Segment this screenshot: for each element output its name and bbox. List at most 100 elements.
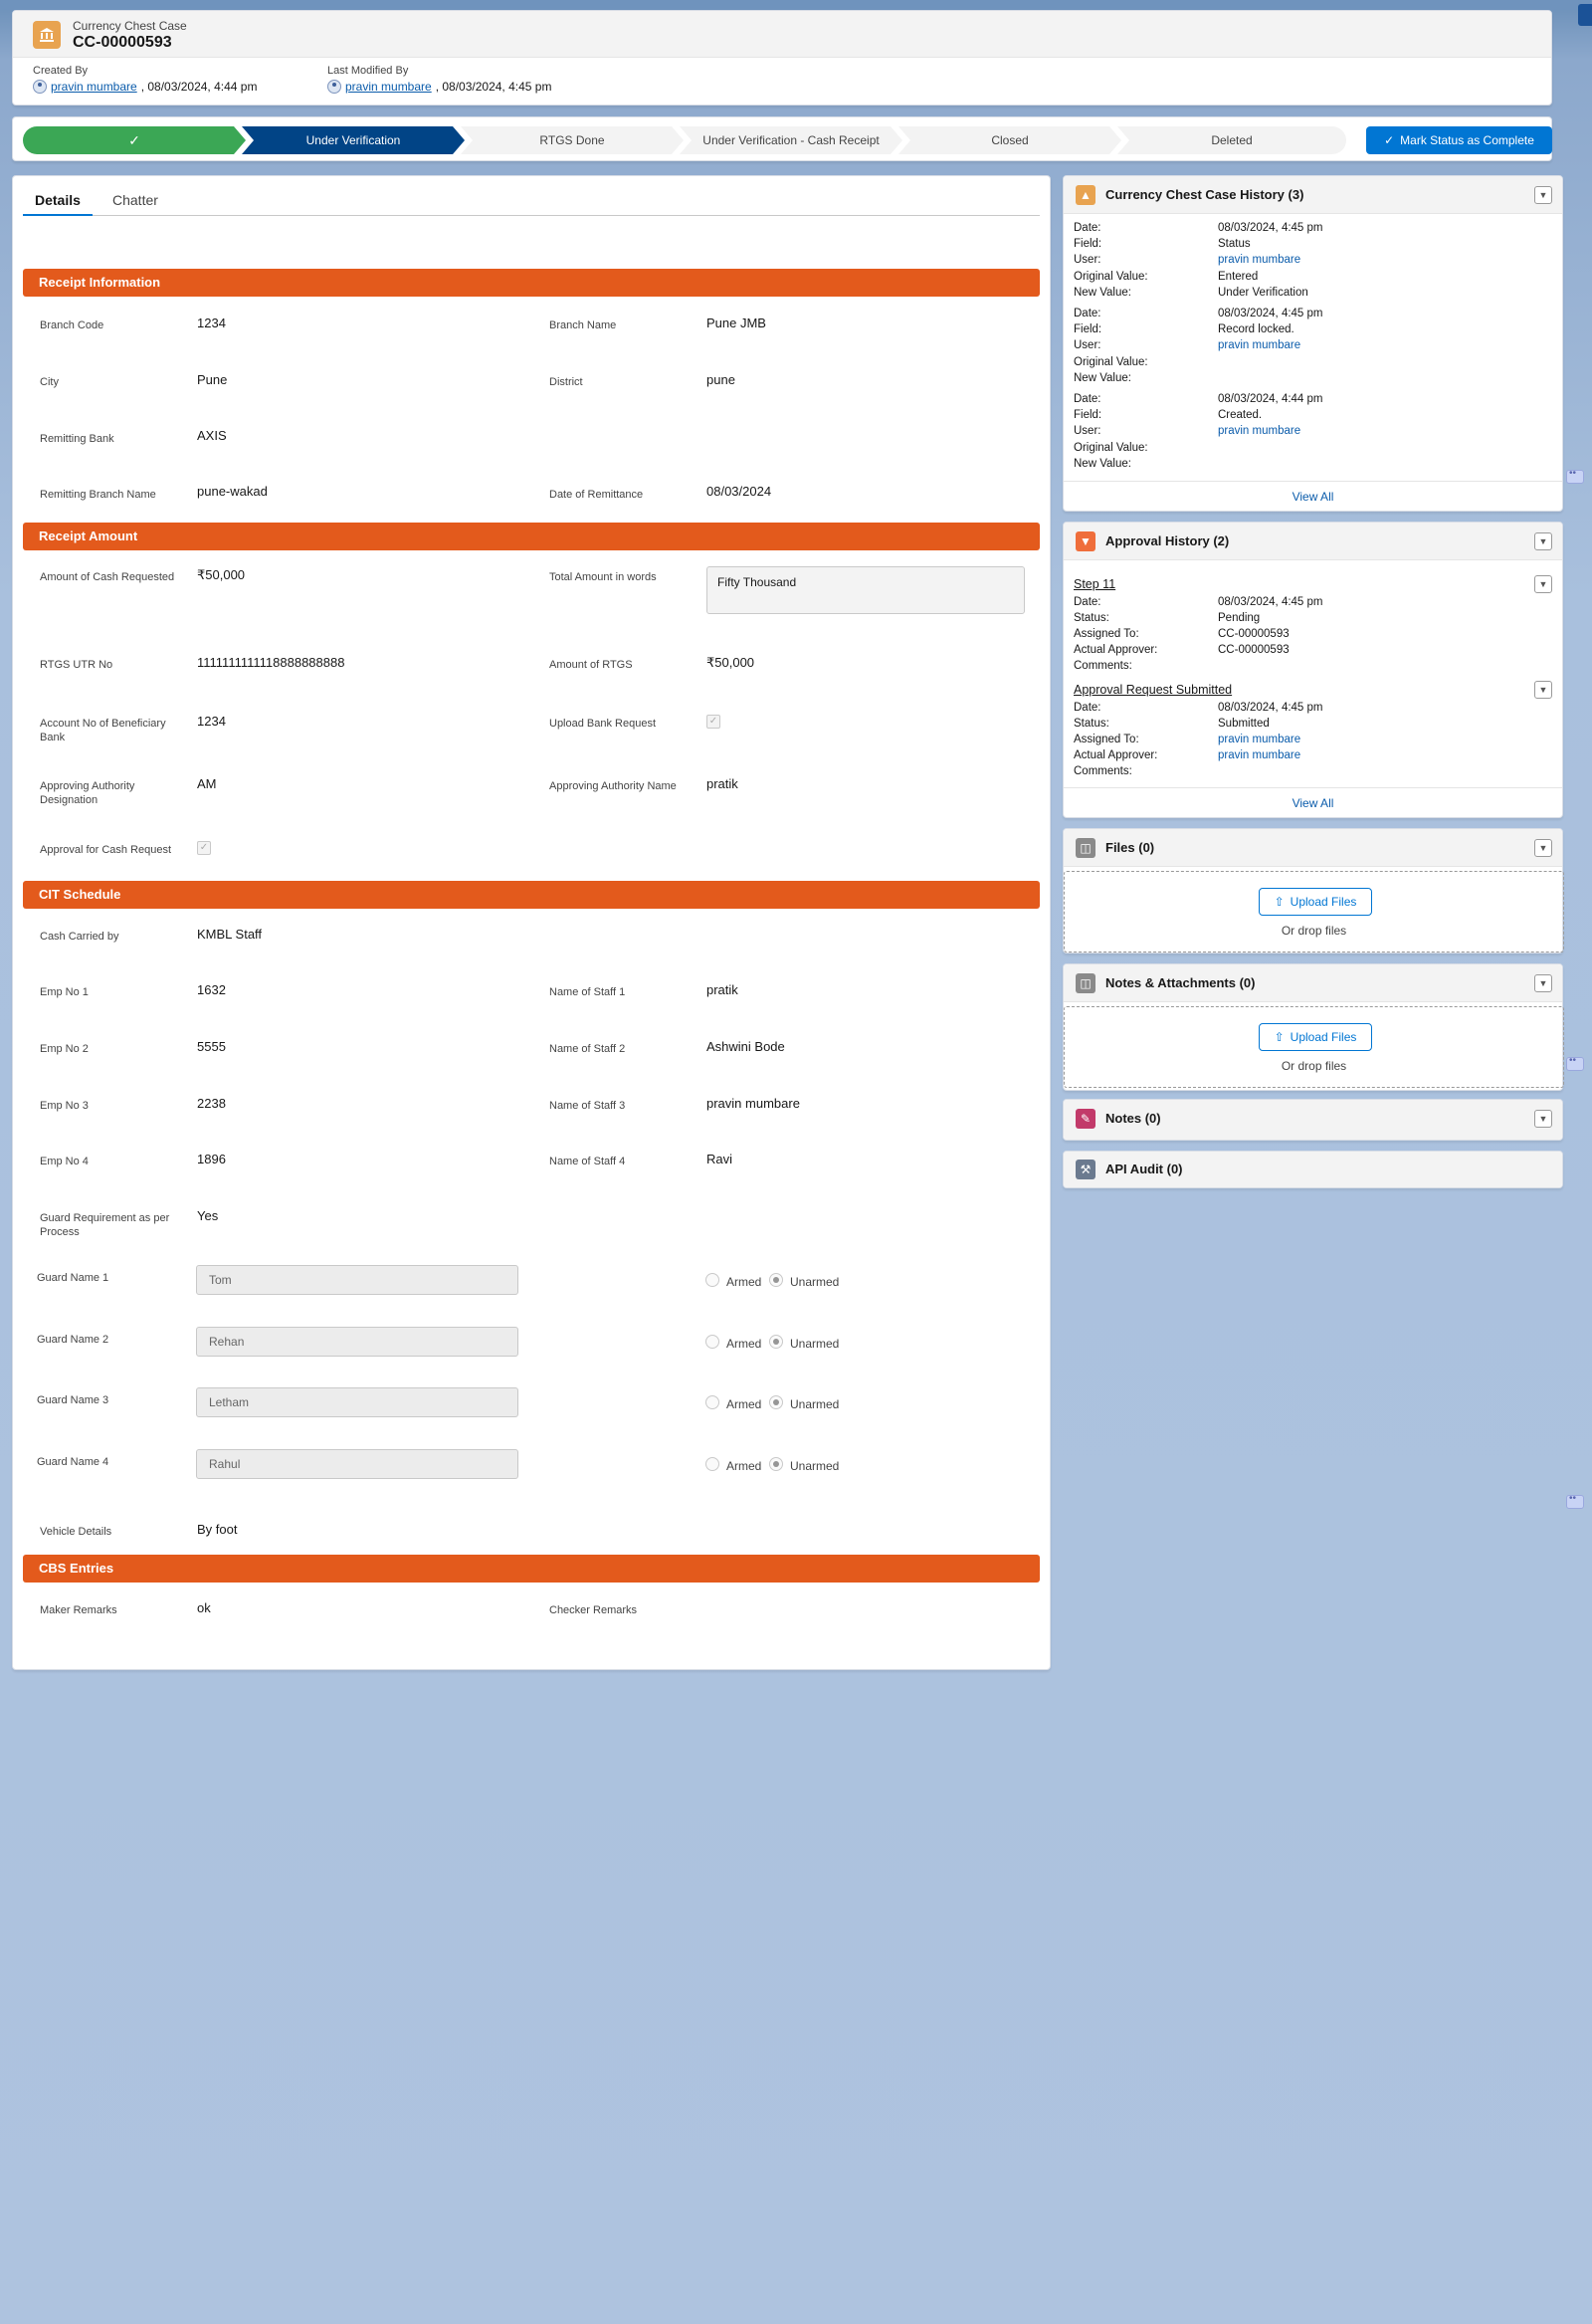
approval-user-link[interactable]: pravin mumbare: [1218, 734, 1300, 745]
history-card: ▲ Currency Chest Case History (3) ▼ Date…: [1063, 175, 1563, 512]
files-title[interactable]: Files (0): [1105, 840, 1154, 855]
unarmed-radio[interactable]: [769, 1273, 783, 1287]
chevron-down-icon[interactable]: ▼: [1534, 186, 1552, 204]
armed-radio[interactable]: [705, 1335, 719, 1349]
path-stage[interactable]: Under Verification - Cash Receipt: [680, 126, 902, 154]
armed-label: Armed: [726, 1397, 762, 1411]
approval-cash-request-checkbox[interactable]: ✓: [197, 841, 211, 855]
approval-label: Status:: [1074, 718, 1109, 730]
unarmed-radio[interactable]: [769, 1335, 783, 1349]
attachment-icon: ◫: [1076, 973, 1095, 993]
armed-radio[interactable]: [705, 1273, 719, 1287]
upload-bank-request-checkbox[interactable]: ✓: [706, 715, 720, 729]
history-view-all-link[interactable]: View All: [1064, 481, 1562, 512]
edge-widget-icon[interactable]: [1566, 1055, 1584, 1071]
guard-name-input[interactable]: Tom: [196, 1265, 518, 1295]
section-cit-schedule[interactable]: CIT Schedule: [23, 881, 1040, 909]
auth-name-value: pratik: [706, 776, 738, 791]
approval-step-link[interactable]: Step 11: [1074, 577, 1115, 591]
record-name: CC-00000593: [73, 34, 172, 51]
notes-icon: ✎: [1076, 1109, 1095, 1129]
approval-value: CC-00000593: [1218, 628, 1290, 640]
chevron-down-icon[interactable]: ▼: [1534, 974, 1552, 992]
record-header: Currency Chest Case CC-00000593 Created …: [12, 10, 1552, 106]
edge-widget-icon[interactable]: [1566, 1493, 1584, 1509]
chevron-down-icon[interactable]: ▼: [1534, 839, 1552, 857]
chevron-down-icon[interactable]: ▼: [1534, 681, 1552, 699]
upload-files-button[interactable]: ⇧ Upload Files: [1259, 888, 1372, 916]
approval-user-link[interactable]: pravin mumbare: [1218, 749, 1300, 761]
section-receipt-information[interactable]: Receipt Information: [23, 269, 1040, 297]
chevron-down-icon[interactable]: ▼: [1534, 532, 1552, 550]
total-words-textarea[interactable]: Fifty Thousand: [706, 566, 1025, 614]
tab-details[interactable]: Details: [23, 190, 93, 216]
armed-radio[interactable]: [705, 1395, 719, 1409]
history-title[interactable]: Currency Chest Case History (3): [1105, 187, 1303, 202]
field-label: Guard Name 1: [37, 1272, 109, 1284]
district-value: pune: [706, 372, 735, 387]
guard-name-input[interactable]: Rahul: [196, 1449, 518, 1479]
files-icon: ◫: [1076, 838, 1095, 858]
field-label: Emp No 2: [40, 1043, 89, 1055]
field-label: Name of Staff 1: [549, 986, 626, 998]
guard-name-input[interactable]: Rehan: [196, 1327, 518, 1357]
approval-step-link[interactable]: Approval Request Submitted: [1074, 683, 1232, 697]
city-value: Pune: [197, 372, 228, 387]
notes-title[interactable]: Notes (0): [1105, 1111, 1161, 1126]
path-stage[interactable]: RTGS Done: [461, 126, 684, 154]
utility-tab[interactable]: [1578, 4, 1592, 26]
notes-attachments-title[interactable]: Notes & Attachments (0): [1105, 975, 1255, 990]
emp-no-value: 1896: [197, 1152, 226, 1166]
history-label: New Value:: [1074, 287, 1131, 299]
path-stage-complete[interactable]: ✓: [23, 126, 246, 154]
date-remittance-value: 08/03/2024: [706, 484, 772, 499]
files-dropzone[interactable]: ⇧ Upload Files Or drop files: [1064, 871, 1564, 952]
section-cbs-entries[interactable]: CBS Entries: [23, 1555, 1040, 1583]
vehicle-value: By foot: [197, 1522, 238, 1537]
approval-value: 08/03/2024, 4:45 pm: [1218, 596, 1323, 608]
history-user-link[interactable]: pravin mumbare: [1218, 254, 1300, 266]
history-value: Record locked.: [1218, 323, 1294, 335]
chevron-down-icon[interactable]: ▼: [1534, 1110, 1552, 1128]
guard-name-input[interactable]: Letham: [196, 1387, 518, 1417]
path-stage-label: Closed: [991, 133, 1029, 147]
path-stage-current[interactable]: Under Verification: [242, 126, 465, 154]
bank-icon: ▲: [1076, 185, 1095, 205]
field-label: Guard Name 3: [37, 1394, 109, 1406]
drop-files-label: Or drop files: [1281, 1059, 1347, 1073]
history-user-link[interactable]: pravin mumbare: [1218, 425, 1300, 437]
unarmed-radio[interactable]: [769, 1395, 783, 1409]
field-label: Approving Authority Name: [549, 780, 677, 792]
field-label: Name of Staff 4: [549, 1156, 626, 1167]
history-label: Field:: [1074, 323, 1102, 335]
approval-view-all-link[interactable]: View All: [1064, 787, 1562, 818]
history-label: New Value:: [1074, 458, 1131, 470]
edge-widget-icon[interactable]: [1566, 468, 1584, 484]
section-receipt-amount[interactable]: Receipt Amount: [23, 523, 1040, 550]
cash-requested-value: ₹50,000: [197, 567, 246, 582]
mark-complete-button[interactable]: ✓ Mark Status as Complete: [1366, 126, 1552, 154]
approval-label: Date:: [1074, 702, 1101, 714]
maker-remarks-value: ok: [197, 1600, 211, 1615]
history-user-link[interactable]: pravin mumbare: [1218, 339, 1300, 351]
api-audit-title[interactable]: API Audit (0): [1105, 1162, 1183, 1176]
modified-by-link[interactable]: pravin mumbare: [345, 80, 432, 94]
armed-radio[interactable]: [705, 1457, 719, 1471]
approval-value: Submitted: [1218, 718, 1270, 730]
path-stage[interactable]: Closed: [898, 126, 1121, 154]
emp-no-value: 5555: [197, 1039, 226, 1054]
user-avatar-icon: [327, 80, 341, 94]
unarmed-label: Unarmed: [790, 1275, 840, 1289]
unarmed-radio[interactable]: [769, 1457, 783, 1471]
approval-label: Comments:: [1074, 660, 1132, 672]
staff-name-value: Ashwini Bode: [706, 1039, 785, 1054]
path-stage[interactable]: Deleted: [1117, 126, 1346, 154]
attachments-dropzone[interactable]: ⇧ Upload Files Or drop files: [1064, 1006, 1564, 1088]
field-label: Account No of Beneficiary Bank: [40, 718, 166, 743]
history-value: Entered: [1218, 271, 1259, 283]
tab-chatter[interactable]: Chatter: [100, 190, 170, 216]
chevron-down-icon[interactable]: ▼: [1534, 575, 1552, 593]
upload-files-button[interactable]: ⇧ Upload Files: [1259, 1023, 1372, 1051]
approval-title[interactable]: Approval History (2): [1105, 533, 1229, 548]
created-by-link[interactable]: pravin mumbare: [51, 80, 137, 94]
